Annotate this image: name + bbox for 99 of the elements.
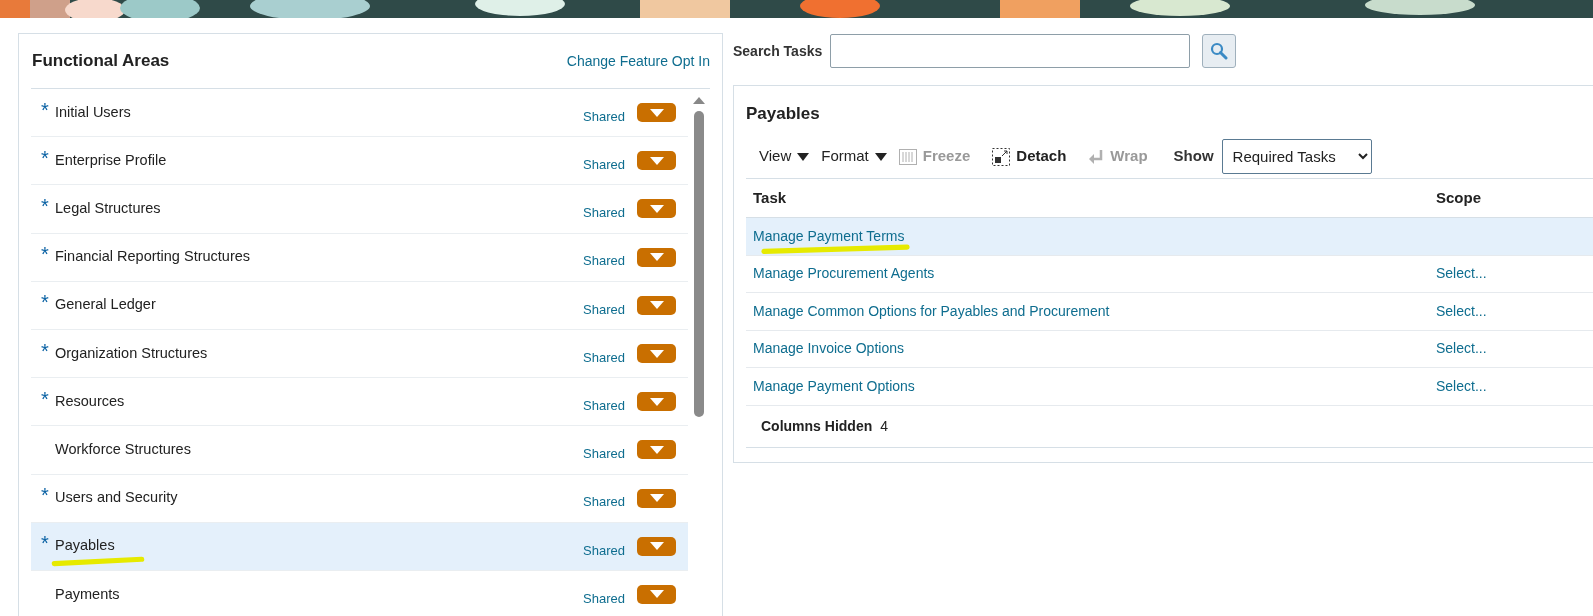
- search-button[interactable]: [1202, 34, 1237, 68]
- required-marker: *: [41, 242, 50, 267]
- caret-icon: [649, 156, 664, 165]
- list-item[interactable]: * Enterprise Profile Shared: [31, 137, 688, 186]
- list-item[interactable]: * Initial Users Shared: [31, 89, 688, 138]
- status-label: Shared: [583, 300, 625, 319]
- status-label: Shared: [583, 445, 625, 464]
- required-marker: *: [41, 483, 50, 508]
- search-label: Search Tasks: [733, 41, 823, 61]
- item-label: Financial Reporting Structures: [55, 247, 251, 267]
- dropdown-button[interactable]: [637, 295, 676, 315]
- menu-button[interactable]: View: [759, 145, 810, 168]
- item-label: Organization Structures: [55, 343, 208, 363]
- columns-icon: [898, 148, 917, 165]
- search-icon: [1210, 42, 1229, 60]
- caret-icon: [649, 445, 664, 454]
- toolbar-button[interactable]: Detach: [992, 145, 1067, 168]
- columns-hidden-count: 4: [880, 416, 889, 436]
- item-label: General Ledger: [55, 295, 156, 315]
- table-row[interactable]: Manage Procurement Agents Select...: [746, 255, 1593, 293]
- status-label: Shared: [583, 107, 625, 126]
- dropdown-button[interactable]: [637, 344, 676, 364]
- item-label: Workforce Structures: [55, 440, 191, 460]
- item-label: Initial Users: [55, 102, 131, 122]
- task-link[interactable]: Manage Invoice Options: [753, 340, 904, 357]
- scope-link[interactable]: Select...: [1436, 377, 1487, 394]
- panel-title: Payables: [746, 103, 821, 125]
- list-item[interactable]: * Legal Structures Shared: [31, 185, 688, 234]
- columns-hidden-label: Columns Hidden: [761, 416, 873, 436]
- panel-title: Functional Areas: [32, 50, 170, 73]
- scope-link[interactable]: Select...: [1436, 302, 1487, 319]
- item-label: Enterprise Profile: [55, 150, 167, 170]
- required-marker: *: [41, 290, 50, 315]
- show-label: Show: [1173, 146, 1214, 167]
- table-row[interactable]: Manage Payment Options Select...: [746, 368, 1593, 406]
- dropdown-button[interactable]: [637, 199, 676, 219]
- list-item[interactable]: * Payables Shared: [31, 522, 688, 571]
- caret-icon: [649, 349, 664, 358]
- wrap-icon: [1088, 148, 1105, 165]
- required-marker: *: [41, 338, 50, 363]
- menu-button[interactable]: Format: [821, 145, 887, 168]
- dropdown-button[interactable]: [637, 488, 676, 508]
- scope-link[interactable]: Select...: [1436, 340, 1487, 357]
- caret-icon: [649, 204, 664, 213]
- table-row[interactable]: Manage Payment Terms: [746, 218, 1593, 256]
- dropdown-button[interactable]: [637, 392, 676, 412]
- list-item[interactable]: Payments Shared: [31, 570, 688, 616]
- required-marker: *: [41, 193, 50, 218]
- list-item[interactable]: Workforce Structures Shared: [31, 426, 688, 475]
- caret-icon: [649, 542, 664, 551]
- task-link[interactable]: Manage Payment Options: [753, 377, 915, 394]
- caret-icon: [649, 494, 664, 503]
- status-label: Shared: [583, 541, 625, 560]
- list-item[interactable]: * Resources Shared: [31, 378, 688, 427]
- search-field[interactable]: [830, 34, 1191, 68]
- required-marker: *: [41, 531, 50, 556]
- item-label: Users and Security: [55, 488, 178, 508]
- status-label: Shared: [583, 252, 625, 271]
- column-header[interactable]: Task: [746, 186, 1436, 210]
- task-link[interactable]: Manage Payment Terms: [753, 227, 905, 244]
- list-item[interactable]: * Organization Structures Shared: [31, 329, 688, 379]
- dropdown-button[interactable]: [637, 536, 676, 556]
- caret-icon: [649, 397, 664, 406]
- task-link[interactable]: Manage Procurement Agents: [753, 265, 935, 282]
- caret-icon: [874, 152, 887, 161]
- column-header[interactable]: Scope: [1436, 186, 1593, 210]
- change-feature-link[interactable]: Change Feature Opt In: [566, 50, 710, 72]
- status-label: Shared: [583, 396, 625, 415]
- caret-icon: [649, 253, 664, 262]
- required-marker: *: [41, 386, 50, 411]
- dropdown-button[interactable]: [637, 584, 676, 604]
- item-label: Legal Structures: [55, 199, 161, 219]
- dropdown-button[interactable]: [637, 247, 676, 267]
- item-label: Resources: [55, 391, 125, 411]
- table-row[interactable]: Manage Invoice Options Select...: [746, 330, 1593, 368]
- dropdown-button[interactable]: [637, 103, 676, 123]
- required-marker: *: [41, 97, 50, 122]
- show-select[interactable]: Required Tasks: [1221, 139, 1372, 174]
- status-label: Shared: [583, 589, 625, 608]
- caret-icon: [649, 590, 664, 599]
- item-label: Payables: [55, 536, 115, 556]
- table-row[interactable]: Manage Common Options for Payables and Procurement Select...: [746, 293, 1593, 331]
- list-item[interactable]: * Users and Security Shared: [31, 474, 688, 523]
- status-label: Shared: [583, 493, 625, 512]
- caret-icon: [797, 152, 810, 161]
- item-label: Payments: [55, 584, 120, 604]
- detach-icon: [992, 147, 1011, 166]
- task-link[interactable]: Manage Common Options for Payables and Procurement: [753, 302, 1110, 319]
- caret-icon: [649, 301, 664, 310]
- dropdown-button[interactable]: [637, 440, 676, 460]
- caret-icon: [649, 108, 664, 117]
- required-marker: *: [41, 145, 50, 170]
- list-item[interactable]: * Financial Reporting Structures Shared: [31, 233, 688, 282]
- status-label: Shared: [583, 156, 625, 175]
- status-label: Shared: [583, 348, 625, 367]
- dropdown-button[interactable]: [637, 151, 676, 171]
- list-item[interactable]: * General Ledger Shared: [31, 281, 688, 330]
- status-label: Shared: [583, 204, 625, 223]
- scope-link[interactable]: Select...: [1436, 265, 1487, 282]
